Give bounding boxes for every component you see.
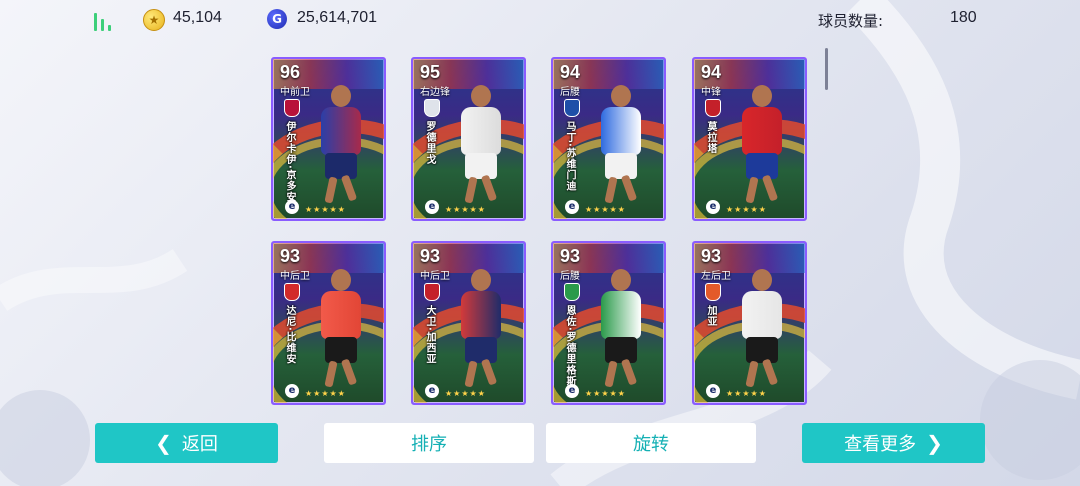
player-image — [591, 261, 651, 391]
club-badge-icon — [284, 99, 300, 117]
efootball-logo-icon: e — [565, 200, 579, 214]
view-more-button-label: 查看更多 — [844, 434, 917, 455]
efootball-logo-icon: e — [706, 384, 720, 398]
club-badge-icon — [705, 99, 721, 117]
player-image — [311, 77, 371, 207]
player-rating: 94 — [560, 62, 581, 82]
player-position: 左后卫 — [701, 271, 731, 282]
efootball-logo-icon: e — [425, 200, 439, 214]
player-card[interactable]: 94 后腰 马丁·苏维门迪 e ★★★★★ — [551, 57, 666, 221]
player-image — [311, 261, 371, 391]
star-rating: ★★★★★ — [585, 389, 626, 398]
top-bar: ★ 45,104 G 25,614,701 球员数量: 180 — [0, 0, 1080, 40]
player-count-label: 球员数量: — [818, 12, 884, 30]
efootball-logo-icon: e — [706, 200, 720, 214]
club-badge-icon — [564, 283, 580, 301]
back-button-label: 返回 — [181, 434, 218, 455]
player-card[interactable]: 93 中后卫 大卫·加西亚 e ★★★★★ — [411, 241, 526, 405]
player-name: 达尼·比维安 — [284, 305, 295, 365]
club-badge-icon — [424, 283, 440, 301]
star-rating: ★★★★★ — [305, 389, 346, 398]
star-rating: ★★★★★ — [726, 205, 767, 214]
club-badge-icon — [564, 99, 580, 117]
player-name: 加亚 — [705, 305, 716, 327]
star-rating: ★★★★★ — [445, 205, 486, 214]
coin-icon: ★ — [143, 9, 165, 31]
rotate-button[interactable]: 旋转 — [546, 423, 756, 463]
player-rating: 93 — [701, 246, 722, 266]
view-more-button[interactable]: 查看更多 ❯ — [802, 423, 985, 463]
efootball-logo-icon: e — [285, 200, 299, 214]
player-rating: 94 — [701, 62, 722, 82]
chevron-left-icon: ❮ — [155, 431, 172, 455]
background-decoration — [0, 0, 1080, 486]
player-name: 大卫·加西亚 — [424, 305, 435, 365]
player-card[interactable]: 93 中后卫 达尼·比维安 e ★★★★★ — [271, 241, 386, 405]
player-rating: 95 — [420, 62, 441, 82]
player-position: 后腰 — [560, 87, 580, 98]
player-card[interactable]: 93 左后卫 加亚 e ★★★★★ — [692, 241, 807, 405]
player-rating: 96 — [280, 62, 301, 82]
player-card[interactable]: 96 中前卫 伊尔卡伊·京多安 e ★★★★★ — [271, 57, 386, 221]
club-badge-icon — [424, 99, 440, 117]
player-position: 中后卫 — [280, 271, 310, 282]
sort-button[interactable]: 排序 — [324, 423, 534, 463]
rotate-button-label: 旋转 — [633, 434, 669, 455]
back-button[interactable]: ❮ 返回 — [95, 423, 278, 463]
player-position: 后腰 — [560, 271, 580, 282]
star-rating: ★★★★★ — [305, 205, 346, 214]
club-badge-icon — [284, 283, 300, 301]
player-image — [451, 261, 511, 391]
player-name: 伊尔卡伊·京多安 — [284, 121, 295, 203]
player-name: 马丁·苏维门迪 — [564, 121, 575, 192]
player-position: 中锋 — [701, 87, 721, 98]
star-rating: ★★★★★ — [445, 389, 486, 398]
star-rating: ★★★★★ — [585, 205, 626, 214]
player-image — [732, 77, 792, 207]
player-rating: 93 — [560, 246, 581, 266]
coin-balance: 45,104 — [173, 9, 222, 26]
player-count: 180 — [950, 9, 977, 26]
player-name: 恩佐·罗德里格斯 — [564, 305, 575, 387]
player-card[interactable]: 94 中锋 莫拉塔 e ★★★★★ — [692, 57, 807, 221]
chevron-right-icon: ❯ — [926, 431, 943, 455]
gp-balance: 25,614,701 — [297, 9, 378, 26]
player-position: 右边锋 — [420, 87, 450, 98]
scrollbar[interactable] — [825, 48, 828, 90]
efootball-logo-icon: e — [285, 384, 299, 398]
player-position: 中前卫 — [280, 87, 310, 98]
efootball-logo-icon: e — [425, 384, 439, 398]
player-rating: 93 — [420, 246, 441, 266]
player-image — [451, 77, 511, 207]
player-name: 莫拉塔 — [705, 121, 716, 154]
star-rating: ★★★★★ — [726, 389, 767, 398]
player-card[interactable]: 93 后腰 恩佐·罗德里格斯 e ★★★★★ — [551, 241, 666, 405]
player-image — [732, 261, 792, 391]
efootball-logo-icon: e — [565, 384, 579, 398]
player-card[interactable]: 95 右边锋 罗德里戈 e ★★★★★ — [411, 57, 526, 221]
sort-button-label: 排序 — [411, 434, 447, 455]
player-position: 中后卫 — [420, 271, 450, 282]
player-name: 罗德里戈 — [424, 121, 435, 165]
gp-icon: G — [267, 9, 287, 29]
player-image — [591, 77, 651, 207]
signal-icon — [94, 11, 118, 31]
player-rating: 93 — [280, 246, 301, 266]
club-badge-icon — [705, 283, 721, 301]
